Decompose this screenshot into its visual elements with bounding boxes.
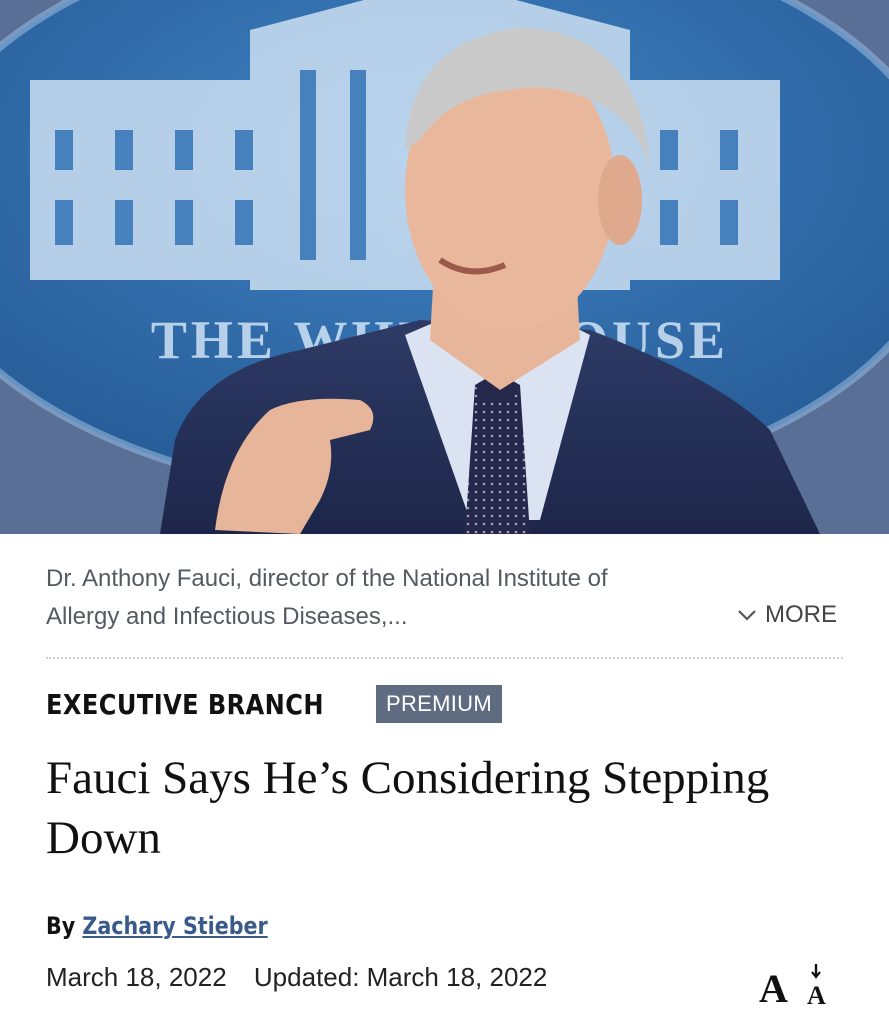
section-row: EXECUTIVE BRANCH PREMIUM	[46, 682, 502, 726]
more-label: MORE	[765, 601, 837, 628]
updated-date: Updated: March 18, 2022	[253, 962, 548, 992]
svg-text:A: A	[759, 966, 788, 1008]
svg-text:A: A	[807, 981, 826, 1008]
author-link[interactable]: Zachary Stieber	[82, 912, 267, 940]
article-page: THE WHITE HOUSE Dr. Anthony Fauci, direc…	[0, 0, 889, 1024]
hero-illustration: THE WHITE HOUSE	[0, 0, 889, 534]
photo-caption: Dr. Anthony Fauci, director of the Natio…	[46, 565, 608, 630]
section-link[interactable]: EXECUTIVE BRANCH	[46, 688, 330, 721]
font-size-icon: A A	[759, 962, 831, 1008]
byline-prefix: By	[46, 912, 76, 940]
divider	[46, 657, 843, 659]
chevron-down-icon	[737, 608, 757, 622]
byline: By Zachary Stieber	[46, 912, 268, 940]
publish-date: March 18, 2022	[46, 962, 227, 992]
more-button[interactable]: MORE	[737, 598, 837, 632]
article-title: Fauci Says He’s Considering Stepping Dow…	[46, 752, 770, 864]
dates: March 18, 2022 Updated: March 18, 2022	[46, 962, 547, 993]
premium-badge: PREMIUM	[376, 685, 502, 723]
hero-photo[interactable]: THE WHITE HOUSE	[0, 0, 889, 534]
font-size-button[interactable]: A A	[759, 962, 831, 1008]
